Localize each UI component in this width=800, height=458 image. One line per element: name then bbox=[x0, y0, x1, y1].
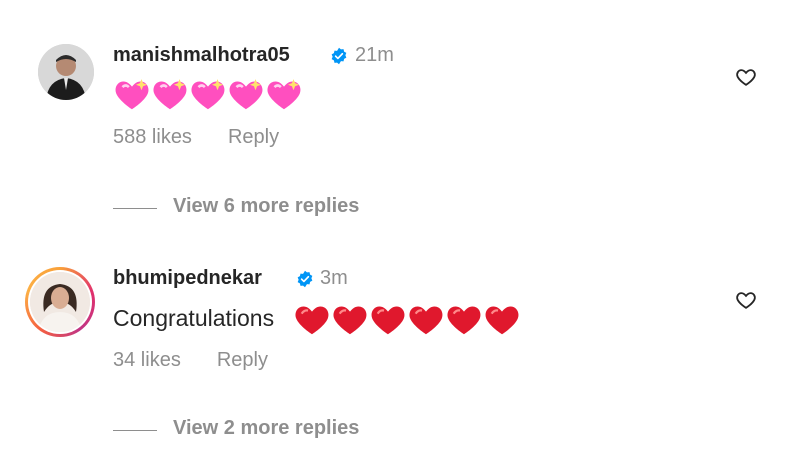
red-heart-emoji-icon bbox=[333, 306, 366, 335]
reply-button[interactable]: Reply bbox=[228, 126, 279, 148]
comment: manishmalhotra05 21m 588 likes Reply bbox=[0, 0, 800, 170]
username[interactable]: bhumipednekar bbox=[113, 267, 262, 290]
avatar-photo-icon bbox=[30, 272, 90, 332]
avatar-photo-icon bbox=[38, 44, 94, 100]
view-more-replies[interactable]: View 6 more replies bbox=[113, 195, 433, 223]
comment-meta: 34 likes Reply bbox=[113, 349, 268, 372]
divider-line bbox=[113, 208, 157, 209]
comment: bhumipednekar 3m Congratulations 34 like… bbox=[0, 245, 800, 395]
red-heart-emoji-icon bbox=[485, 306, 518, 335]
sparkling-heart-emoji-icon bbox=[153, 79, 187, 110]
timestamp: 3m bbox=[320, 267, 348, 289]
red-heart-emoji-icon bbox=[447, 306, 480, 335]
comment-text bbox=[113, 76, 303, 114]
username[interactable]: manishmalhotra05 bbox=[113, 44, 290, 67]
view-more-label[interactable]: View 6 more replies bbox=[173, 195, 359, 218]
sparkling-heart-emoji-icon bbox=[115, 79, 149, 110]
like-heart-icon[interactable] bbox=[735, 289, 757, 311]
comment-text: Congratulations bbox=[113, 301, 521, 339]
emoji-row bbox=[113, 76, 303, 114]
like-heart-icon[interactable] bbox=[735, 66, 757, 88]
reply-button[interactable]: Reply bbox=[217, 349, 268, 371]
view-more-label[interactable]: View 2 more replies bbox=[173, 417, 359, 440]
avatar[interactable] bbox=[30, 272, 90, 332]
sparkling-heart-emoji-icon bbox=[191, 79, 225, 110]
timestamp: 21m bbox=[355, 44, 394, 66]
avatar[interactable] bbox=[38, 44, 94, 100]
sparkling-heart-emoji-icon bbox=[229, 79, 263, 110]
red-heart-emoji-icon bbox=[295, 306, 328, 335]
view-more-replies[interactable]: View 2 more replies bbox=[113, 417, 433, 445]
red-heart-emoji-icon bbox=[371, 306, 404, 335]
divider-line bbox=[113, 430, 157, 431]
emoji-row bbox=[293, 301, 521, 339]
verified-badge-icon bbox=[331, 47, 347, 65]
comment-meta: 588 likes Reply bbox=[113, 126, 279, 149]
red-heart-emoji-icon bbox=[409, 306, 442, 335]
likes-count[interactable]: 588 likes bbox=[113, 126, 192, 148]
comment-text-content: Congratulations bbox=[113, 305, 275, 332]
sparkling-heart-emoji-icon bbox=[267, 79, 301, 110]
likes-count[interactable]: 34 likes bbox=[113, 349, 181, 371]
verified-badge-icon bbox=[297, 270, 313, 288]
